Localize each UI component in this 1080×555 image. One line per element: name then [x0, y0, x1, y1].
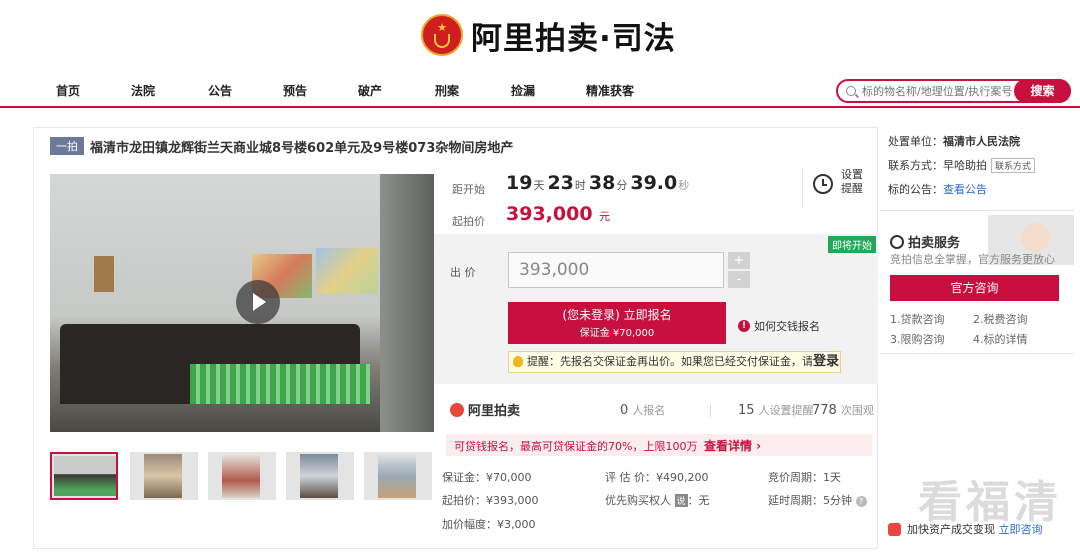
countdown-block: 距开始 19天 23时 38分 39.0秒 起拍价 393,000 元 设置提醒 — [450, 168, 863, 234]
nav-preview[interactable]: 预告 — [283, 82, 307, 99]
set-reminder-button[interactable]: 设置提醒 — [802, 168, 863, 208]
view-count: 778 次围观 — [812, 403, 874, 418]
notice-row: 标的公告：查看公告 — [888, 183, 987, 196]
main-photo[interactable] — [50, 174, 434, 432]
search-icon — [846, 86, 856, 96]
nav-court[interactable]: 法院 — [131, 82, 155, 99]
auction-panel: 一拍 福清市龙田镇龙辉街兰天商业城8号楼602单元及9号楼073杂物间房地产 距… — [33, 127, 878, 549]
search-button[interactable]: 搜索 — [1014, 79, 1071, 103]
countdown-label: 距开始 — [452, 183, 485, 196]
period-value: 竞价周期：1天 — [768, 471, 841, 484]
decrease-bid-button[interactable]: - — [728, 271, 750, 288]
thumbnail-5[interactable] — [364, 452, 432, 500]
contact-button[interactable]: 联系方式 — [991, 158, 1036, 173]
loan-details-link[interactable]: 查看详情 › — [704, 437, 761, 454]
loan-text: 可贷钱报名，最高可贷保证金的70%，上限100万 — [454, 440, 698, 453]
consult-tax[interactable]: 2.税费咨询 — [973, 311, 1028, 327]
consult-item-details[interactable]: 4.标的详情 — [973, 331, 1028, 347]
info-icon: ! — [738, 320, 750, 332]
countdown-timer: 19天 23时 38分 39.0秒 — [506, 172, 690, 194]
round-tag: 一拍 — [50, 137, 84, 155]
bid-label: 出 价 — [450, 266, 476, 279]
nav-bargain[interactable]: 捡漏 — [511, 82, 535, 99]
headset-icon — [890, 234, 904, 249]
play-video-icon[interactable] — [236, 280, 280, 324]
bid-stepper: + - — [728, 252, 750, 288]
lightbulb-icon — [513, 356, 523, 367]
delay-value: 延时周期：5分钟 ? — [768, 492, 867, 508]
consult-purchase-limit[interactable]: 3.限购咨询 — [890, 331, 945, 347]
nav-criminal[interactable]: 刑案 — [435, 82, 459, 99]
official-consult-button[interactable]: 官方咨询 — [890, 275, 1059, 301]
consult-loan[interactable]: 1.贷款咨询 — [890, 311, 945, 327]
view-notice-link[interactable]: 查看公告 — [943, 183, 987, 196]
contact-row: 联系方式：早哈助拍 联系方式 — [888, 157, 1036, 173]
finance-icon — [888, 522, 901, 536]
brand-label: 阿里拍卖 — [450, 400, 520, 419]
signup-count: 0 人报名 — [620, 403, 666, 418]
thumbnail-2[interactable] — [130, 452, 198, 500]
increment-value: 加价幅度：¥3,000 — [442, 518, 536, 531]
thumbnail-4[interactable] — [286, 452, 354, 500]
court-emblem-icon: ★ — [421, 14, 463, 56]
item-title: 福清市龙田镇龙辉街兰天商业城8号楼602单元及9号楼073杂物间房地产 — [90, 140, 514, 156]
priority-value: 优先购买权人 说：无 — [605, 494, 710, 507]
site-logo[interactable]: ★ 阿里拍卖·司法 — [421, 10, 676, 60]
status-badge: 即将开始 — [828, 236, 876, 253]
deposit-value: 保证金：¥70,000 — [442, 471, 532, 484]
priority-tag[interactable]: 说 — [674, 494, 688, 507]
disposal-unit: 处置单位：福清市人民法院 — [888, 135, 1020, 148]
thumbnail-3[interactable] — [208, 452, 276, 500]
signup-button[interactable]: (您未登录) 立即报名 保证金 ¥70,000 — [508, 302, 726, 344]
alarm-clock-icon — [813, 174, 833, 194]
service-subtitle: 竞拍信息全掌握，官方服务更放心 — [890, 253, 1055, 266]
increase-bid-button[interactable]: + — [728, 252, 750, 269]
ali-auction-logo-icon — [450, 402, 464, 417]
appraisal-value: 评 估 价：¥490,200 — [605, 471, 709, 484]
item-title-row: 一拍 福清市龙田镇龙辉街兰天商业城8号楼602单元及9号楼073杂物间房地产 — [50, 136, 513, 156]
nav-home[interactable]: 首页 — [56, 82, 80, 99]
search-input[interactable] — [862, 83, 1012, 99]
header: ★ 阿里拍卖·司法 — [0, 0, 1080, 70]
thumbnail-1[interactable] — [50, 452, 118, 500]
stats-row: 阿里拍卖 0 人报名 15 人设置提醒 778 次围观 — [450, 398, 874, 422]
search-box: 搜索 — [836, 79, 1071, 103]
how-to-pay-link[interactable]: ! 如何交钱报名 — [738, 318, 820, 334]
nav-notice[interactable]: 公告 — [208, 82, 232, 99]
logo-text: 阿里拍卖·司法 — [471, 20, 676, 57]
loan-bar: 可贷钱报名，最高可贷保证金的70%，上限100万 查看详情 › — [446, 434, 872, 456]
service-title: 拍卖服务 — [890, 232, 960, 251]
help-icon[interactable]: ? — [855, 496, 867, 507]
start-value: 起拍价：¥393,000 — [442, 494, 539, 507]
watermark: 看福清 — [918, 477, 1062, 528]
reminder-count: 15 人设置提醒 — [738, 403, 814, 418]
start-price-label: 起拍价 — [452, 215, 485, 228]
start-price: 393,000 元 — [506, 203, 611, 225]
nav-bankruptcy[interactable]: 破产 — [358, 82, 382, 99]
bid-area: 即将开始 出 价 393,000 + - (您未登录) 立即报名 保证金 ¥70… — [434, 234, 878, 384]
deposit-tip: 提醒：先报名交保证金再出价。如果您已经交付保证金，请登录 — [508, 351, 841, 373]
nav-precise[interactable]: 精准获客 — [586, 82, 634, 99]
bid-amount-field[interactable]: 393,000 — [508, 252, 724, 288]
login-link[interactable]: 登录 — [813, 354, 839, 369]
